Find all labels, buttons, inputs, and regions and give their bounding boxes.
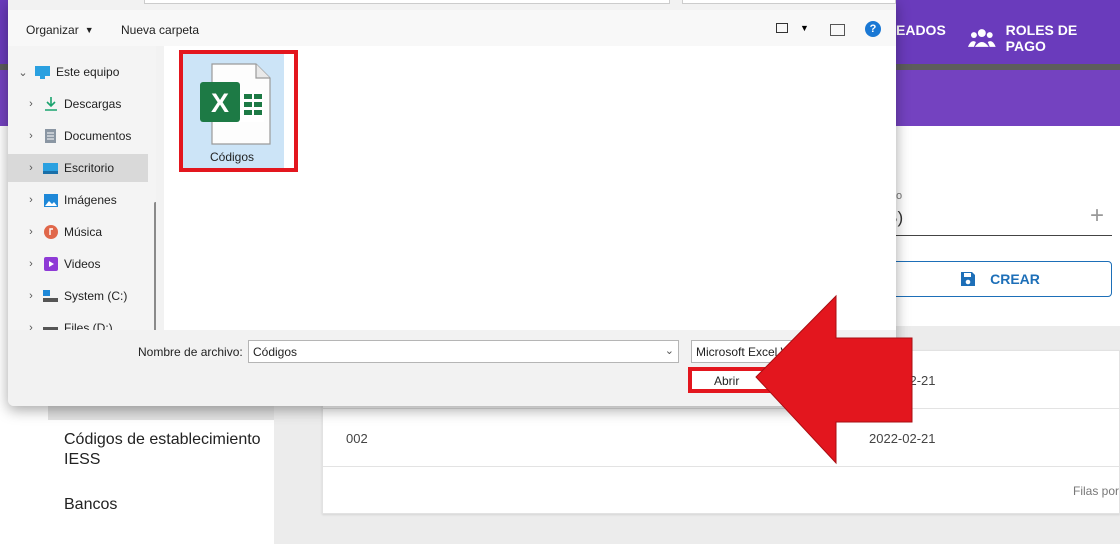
nav-roles-de-pago[interactable]: ROLES DE PAGO	[968, 22, 1120, 54]
chevron-right-icon: ›	[29, 130, 33, 142]
tree-label: Videos	[64, 257, 101, 271]
create-button[interactable]: CREAR	[888, 261, 1112, 297]
filename-input[interactable]: Códigos ⌄	[248, 340, 679, 363]
dialog-toolbar: Organizar ▼ Nueva carpeta ▼ ?	[8, 10, 896, 46]
tree-label: Música	[64, 225, 103, 239]
chevron-right-icon: ›	[29, 322, 33, 330]
navigation-pane: ⌄ Este equipo › Descargas › Documentos ›…	[8, 46, 156, 330]
tree-label: Este equipo	[56, 65, 120, 79]
dialog-top	[8, 0, 896, 10]
nav-roles-label: ROLES DE PAGO	[1005, 22, 1078, 54]
nav-empleados[interactable]: EADOS	[896, 22, 946, 38]
field-underline	[872, 235, 1112, 236]
view-icon	[776, 23, 788, 33]
sidebar-link-bancos[interactable]: Bancos	[64, 495, 117, 515]
tree-label: Escritorio	[64, 161, 115, 175]
tree-item-musica[interactable]: › Música	[8, 218, 148, 246]
plus-icon[interactable]: +	[1090, 202, 1104, 230]
group-icon	[968, 29, 996, 47]
nav-empleados-label: EADOS	[896, 22, 946, 38]
filename-value: Códigos	[253, 345, 298, 359]
drive-icon	[43, 289, 58, 303]
new-folder-button[interactable]: Nueva carpeta	[121, 23, 199, 37]
documents-icon	[43, 129, 58, 143]
view-options-button[interactable]: ▼	[776, 23, 809, 33]
tree-label: Documentos	[64, 129, 132, 143]
tree-item-system-c[interactable]: › System (C:)	[8, 282, 148, 310]
tree-label: Imágenes	[64, 193, 117, 207]
chevron-right-icon: ›	[29, 290, 33, 302]
help-icon[interactable]: ?	[865, 21, 881, 37]
sidebar-link-codigos-iess[interactable]: Códigos de establecimiento IESS	[64, 430, 274, 470]
search-box[interactable]	[682, 0, 896, 4]
organize-label: Organizar	[26, 23, 79, 37]
filename-label: Nombre de archivo:	[138, 345, 243, 359]
chevron-down-icon: ⌄	[18, 66, 28, 79]
tree-label: Descargas	[64, 97, 122, 111]
tree-label: Files (D:)	[64, 321, 113, 330]
download-icon	[43, 97, 58, 111]
tree-item-files-d[interactable]: › Files (D:)	[8, 314, 148, 330]
tree-item-este-equipo[interactable]: ⌄ Este equipo	[8, 58, 148, 86]
create-button-label: CREAR	[990, 271, 1040, 287]
tree-item-imagenes[interactable]: › Imágenes	[8, 186, 148, 214]
tree-label: System (C:)	[64, 289, 128, 303]
chevron-down-icon: ▼	[800, 23, 809, 33]
desktop-icon	[43, 161, 58, 175]
field-label: o	[896, 190, 903, 202]
chevron-right-icon: ›	[29, 194, 33, 206]
chevron-right-icon: ›	[29, 162, 33, 174]
videos-icon	[43, 257, 58, 271]
chevron-down-icon: ▼	[84, 25, 94, 35]
pictures-icon	[43, 193, 58, 207]
organize-button[interactable]: Organizar ▼	[26, 23, 94, 37]
open-button-label: Abrir	[714, 374, 740, 388]
address-bar[interactable]	[144, 0, 670, 4]
tree-item-documentos[interactable]: › Documentos	[8, 122, 148, 150]
chevron-right-icon: ›	[29, 258, 33, 270]
file-highlight-box	[179, 50, 298, 172]
chevron-right-icon: ›	[29, 226, 33, 238]
tree-item-descargas[interactable]: › Descargas	[8, 90, 148, 118]
tree-item-escritorio[interactable]: › Escritorio	[8, 154, 148, 182]
navigation-scrollbar[interactable]	[154, 202, 156, 330]
rows-per-page-label: Filas por	[1072, 484, 1119, 498]
pc-icon	[35, 65, 50, 79]
music-icon	[43, 225, 58, 239]
tree-item-videos[interactable]: › Videos	[8, 250, 148, 278]
chevron-right-icon: ›	[29, 98, 33, 110]
preview-pane-icon[interactable]	[830, 24, 845, 36]
red-arrow-annotation	[755, 294, 913, 465]
save-icon	[961, 272, 976, 286]
drive-icon	[43, 321, 58, 330]
cell-code: 002	[346, 431, 368, 446]
table-row[interactable]: 002 2022-02-21	[323, 409, 1120, 467]
chevron-down-icon[interactable]: ⌄	[665, 344, 674, 357]
